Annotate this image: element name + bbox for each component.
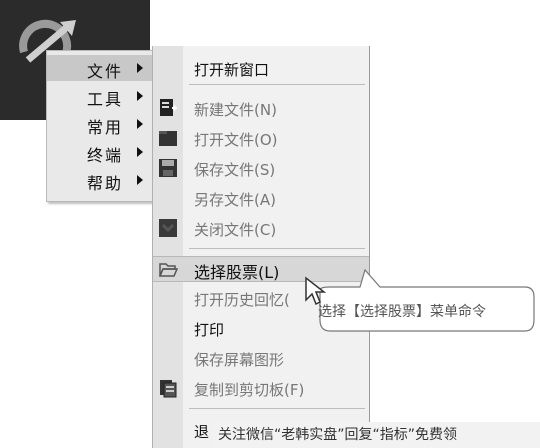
open-folder-icon	[158, 263, 178, 277]
folder-icon	[159, 131, 177, 146]
submenu-item-label: 复制到剪切板(F)	[194, 381, 305, 399]
callout-text: 选择【选择股票】菜单命令	[318, 304, 486, 320]
main-menu-item-file[interactable]: 文件	[47, 55, 155, 81]
submenu-item-label: 打印	[194, 321, 225, 339]
submenu-item-label: 新建文件(N)	[194, 101, 277, 119]
main-menu-item-label: 帮助	[87, 174, 124, 193]
clipboard-icon	[160, 380, 177, 398]
main-menu-item-label: 常用	[87, 118, 124, 137]
submenu-item-new-file[interactable]: 新建文件(N)	[153, 96, 369, 120]
submenu-item-open-file[interactable]: 打开文件(O)	[153, 126, 369, 150]
submenu-item-label: 保存屏幕图形	[194, 351, 285, 369]
submenu-arrow-icon	[137, 63, 143, 73]
main-menu-item-label: 工具	[87, 90, 124, 109]
close-file-icon	[159, 219, 177, 237]
main-menu-item-label: 文件	[87, 62, 124, 81]
submenu-arrow-icon	[137, 91, 143, 101]
submenu-item-label: 选择股票(L)	[194, 263, 280, 282]
menu-separator	[189, 248, 365, 249]
submenu-item-label: 打开新窗口	[194, 61, 270, 79]
save-icon	[159, 159, 177, 177]
main-menu: 文件 工具 常用 终端 帮助	[46, 50, 156, 202]
submenu-arrow-icon	[137, 119, 143, 129]
submenu-item-open-new-window[interactable]: 打开新窗口	[153, 56, 369, 80]
main-menu-item-label: 终端	[87, 146, 124, 165]
submenu-item-copy-clipboard[interactable]: 复制到剪切板(F)	[153, 376, 369, 400]
submenu-item-label: 保存文件(S)	[194, 161, 276, 179]
main-menu-item-common[interactable]: 常用	[47, 111, 155, 137]
menu-separator	[189, 84, 365, 85]
submenu-item-label: 关闭文件(C)	[194, 221, 277, 239]
submenu-item-save-as[interactable]: 另存文件(A)	[153, 186, 369, 210]
main-menu-item-terminal[interactable]: 终端	[47, 139, 155, 165]
submenu-arrow-icon	[137, 147, 143, 157]
submenu-item-save-file[interactable]: 保存文件(S)	[153, 156, 369, 180]
submenu-item-close-file[interactable]: 关闭文件(C)	[153, 216, 369, 240]
menu-separator	[189, 408, 365, 409]
submenu-item-label: 另存文件(A)	[194, 191, 276, 209]
new-file-icon	[160, 99, 177, 116]
main-menu-item-tools[interactable]: 工具	[47, 83, 155, 109]
watermark-text: 关注微信“老韩实盘”回复“指标”免费领	[212, 422, 540, 448]
main-menu-item-help[interactable]: 帮助	[47, 167, 155, 193]
submenu-item-label: 打开历史回忆(	[194, 291, 290, 309]
file-submenu: 打开新窗口 新建文件(N) 打开文件(O) 保存文件(S) 另存文件(A) 关闭…	[152, 46, 370, 448]
mouse-cursor-icon	[305, 276, 327, 306]
submenu-item-label: 打开文件(O)	[194, 131, 278, 149]
submenu-arrow-icon	[137, 175, 143, 185]
submenu-item-save-screen[interactable]: 保存屏幕图形	[153, 346, 369, 370]
submenu-item-label: 退	[194, 423, 210, 441]
